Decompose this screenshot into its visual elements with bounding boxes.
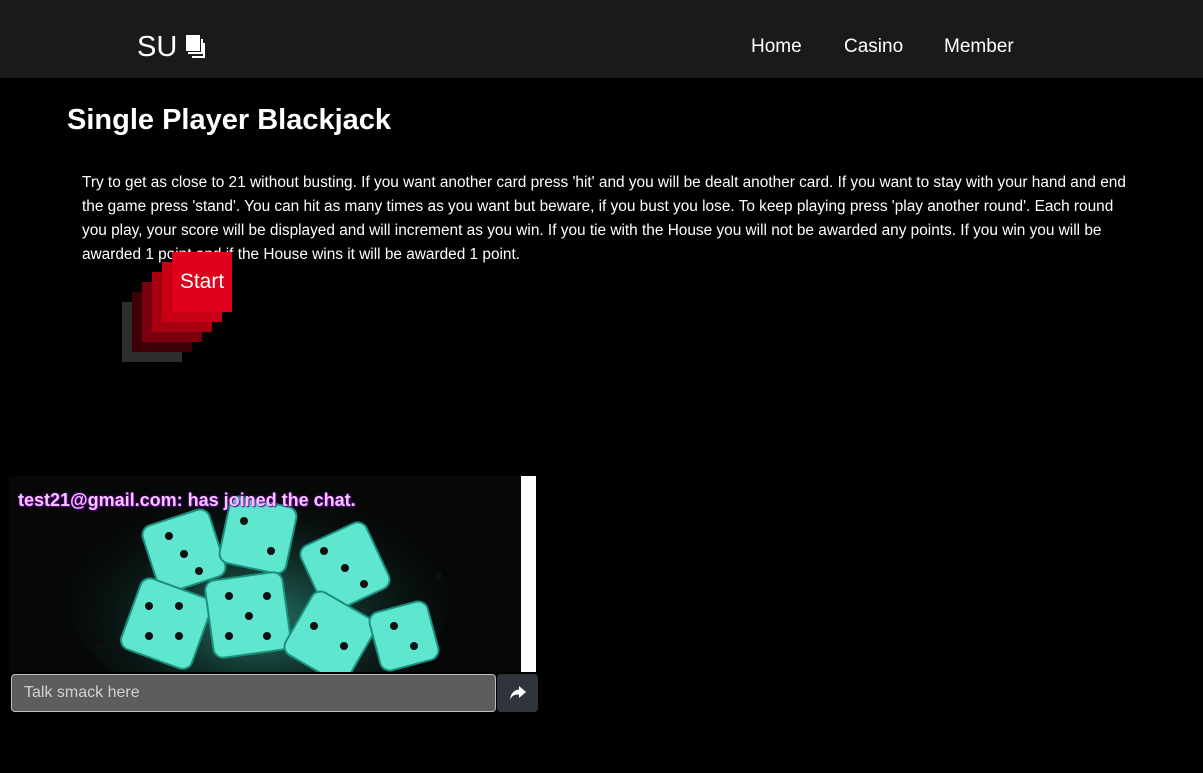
nav-member-link[interactable]: Member [944,36,1014,58]
stacked-cards-icon [186,35,206,58]
top-navbar: SU Home Casino Member [0,0,1203,78]
brand-logo[interactable]: SU [137,30,206,64]
card-deck: Start [118,248,238,373]
chat-message: test21@gmail.com: has joined the chat. [18,490,356,510]
game-instructions: Try to get as close to 21 without bustin… [82,174,1126,263]
nav-casino-link[interactable]: Casino [844,36,903,58]
nav-home-link[interactable]: Home [751,36,802,58]
chat-panel: test21@gmail.com: has joined the chat. [9,476,538,714]
chat-log[interactable]: test21@gmail.com: has joined the chat. [9,476,521,672]
send-message-button[interactable] [497,674,538,712]
share-arrow-icon [509,686,526,700]
page-title: Single Player Blackjack [67,104,392,136]
chat-input[interactable] [11,674,496,712]
start-button[interactable]: Start [172,252,232,312]
chat-scrollbar[interactable] [521,476,536,672]
brand-text: SU [137,31,178,63]
